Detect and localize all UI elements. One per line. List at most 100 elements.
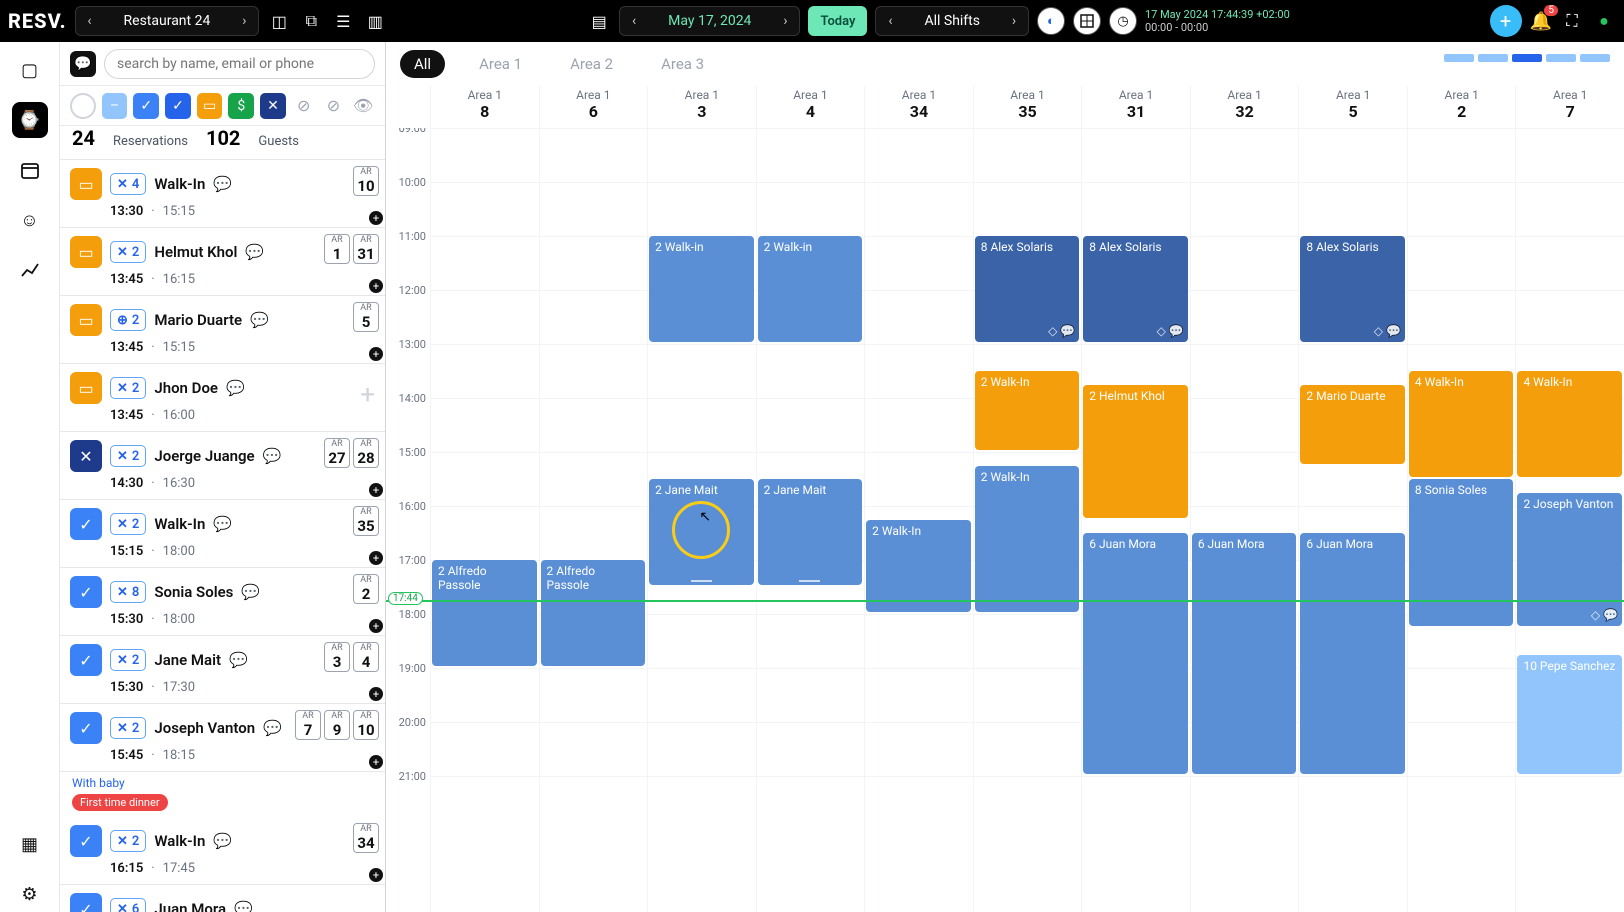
chat-icon[interactable]: 💬 [70,51,96,77]
date-picker[interactable]: ‹ May 17, 2024 › [619,6,800,36]
timeline-event[interactable]: 6 Juan Mora [1083,533,1188,774]
area-tab[interactable]: Area 2 [556,50,627,78]
reservation-item[interactable]: ▭✕4Walk-In💬13:30·15:15AR10+ [60,160,385,228]
reservation-item[interactable]: ✓✕8Sonia Soles💬15:30·18:00AR2+ [60,568,385,636]
filter-chip[interactable]: $ [228,93,254,119]
rail-doc-icon[interactable]: ▢ [12,52,48,88]
note-icon[interactable]: 💬 [263,447,282,465]
area-tab[interactable]: Area 3 [647,50,718,78]
reservation-item[interactable]: ▭✕2Jhon Doe💬13:45·16:00+ [60,364,385,432]
area-tab[interactable]: All [400,50,445,78]
add-table-icon[interactable]: + [360,380,375,410]
add-icon[interactable]: + [369,868,383,882]
note-icon[interactable]: 💬 [245,243,264,261]
hide-filter-icon[interactable]: 👁 [351,94,375,118]
add-icon[interactable]: + [369,347,383,361]
rail-settings-icon[interactable]: ⚙ [12,876,48,912]
add-icon[interactable]: + [369,483,383,497]
clock-filter-icon[interactable] [70,93,96,119]
filter-chip[interactable]: – [102,93,128,119]
timeline-event[interactable]: 2 Walk-In [975,371,1080,450]
timeline-event[interactable]: 8 Alex Solaris◇ 💬 [1300,236,1405,342]
note-icon[interactable]: 💬 [229,651,248,669]
rail-face-icon[interactable]: ☺ [12,202,48,238]
timeline-event[interactable]: 2 Alfredo Passole [432,560,537,666]
filter-chip[interactable]: ✕ [260,93,286,119]
reservation-item[interactable]: ✓✕2Walk-In💬16:15·17:45AR34+ [60,817,385,885]
add-icon[interactable]: + [369,551,383,565]
add-button[interactable]: + [1490,5,1522,37]
add-icon[interactable]: + [369,687,383,701]
timeline-event[interactable]: 6 Juan Mora [1300,533,1405,774]
note-icon[interactable]: 💬 [213,832,232,850]
note-icon[interactable]: 💬 [234,900,253,912]
add-icon[interactable]: + [369,619,383,633]
shift-picker[interactable]: ‹ All Shifts › [875,6,1029,36]
filter-chip[interactable]: ✓ [165,93,191,119]
expand-icon[interactable]: ⛶ [1560,9,1584,33]
timeline-event[interactable]: 4 Walk-In [1517,371,1622,477]
reservation-item[interactable]: ✕✕2Joerge Juange💬14:30·16:30AR27AR28+ [60,432,385,500]
layout-icon[interactable]: ◫ [267,9,291,33]
stats-icon[interactable]: ◐ [1037,7,1065,35]
timeline-event[interactable]: 2 Walk-in [649,236,754,342]
filter-chip[interactable]: ✓ [133,93,159,119]
timeline-event[interactable]: 2 Walk-In [866,520,971,613]
add-icon[interactable]: + [369,755,383,769]
timeline-event[interactable]: 2 Helmut Khol [1083,385,1188,518]
filter-chip[interactable]: ▭ [197,93,223,119]
rail-tables-icon[interactable]: ▦ [12,826,48,862]
timeline-event[interactable]: 10 Pepe Sanchez [1517,655,1622,775]
add-icon[interactable]: + [369,279,383,293]
grid-icon[interactable] [1073,7,1101,35]
reservation-item[interactable]: ✓✕2Walk-In💬15:15·18:00AR35+ [60,500,385,568]
timeline-event[interactable]: 8 Alex Solaris◇ 💬 [1083,236,1188,342]
cancel-filter-icon[interactable]: ⊘ [292,94,316,118]
chevron-left-icon[interactable]: ‹ [876,13,904,29]
note-icon[interactable]: 💬 [213,175,232,193]
note-icon[interactable]: 💬 [241,583,260,601]
timeline-event[interactable]: 2 Joseph Vanton◇ 💬 [1517,493,1622,626]
noshow-filter-icon[interactable]: ⊘ [322,94,346,118]
list-icon[interactable]: ☰ [331,9,355,33]
note-icon[interactable]: 💬 [226,379,245,397]
timeline-event[interactable]: 2 Jane Mait [649,479,754,585]
reservation-item[interactable]: ✓✕2Joseph Vanton💬15:45·18:15AR7AR9AR10+ [60,704,385,772]
chevron-right-icon[interactable]: › [771,13,799,29]
rail-calendar-icon[interactable] [12,152,48,188]
timeline-event[interactable]: 2 Walk-In [975,466,1080,613]
timeline-event[interactable]: 2 Alfredo Passole [541,560,646,666]
reservation-item[interactable]: ▭⊕2Mario Duarte💬13:45·15:15AR5+ [60,296,385,364]
clock-icon[interactable]: ◷ [1109,7,1137,35]
bars-icon[interactable]: ▥ [363,9,387,33]
chevron-left-icon[interactable]: ‹ [76,13,104,29]
chevron-left-icon[interactable]: ‹ [620,13,648,29]
timeline-event[interactable]: 2 Jane Mait [758,479,863,585]
today-button[interactable]: Today [808,6,867,36]
timeline-event[interactable]: 8 Alex Solaris◇ 💬 [975,236,1080,342]
timeline-event[interactable]: 4 Walk-In [1409,371,1514,477]
note-icon[interactable]: 💬 [250,311,269,329]
reservation-item[interactable]: ✓✕6Juan Mora💬· [60,885,385,912]
reservation-item[interactable]: ✓✕2Jane Mait💬15:30·17:30AR3AR4+ [60,636,385,704]
timeline-grid[interactable]: 09:0010:0011:0012:0013:0014:0015:0016:00… [386,128,1624,912]
rail-watch-icon[interactable]: ⌚ [12,102,48,138]
message-icon[interactable]: ▤ [587,9,611,33]
note-icon[interactable]: 💬 [263,719,282,737]
chevron-right-icon[interactable]: › [230,13,258,29]
split-icon[interactable]: ⧉ [299,9,323,33]
chevron-right-icon[interactable]: › [1000,13,1028,29]
rail-chart-icon[interactable] [12,252,48,288]
timeline-event[interactable]: 2 Walk-in [758,236,863,342]
bell-icon[interactable]: 🔔5 [1530,11,1552,32]
timeline-event[interactable]: 8 Sonia Soles [1409,479,1514,626]
reservation-item[interactable]: ▭✕2Helmut Khol💬13:45·16:15AR1AR31+ [60,228,385,296]
area-tab[interactable]: Area 1 [465,50,536,78]
search-input[interactable] [104,49,375,79]
reservation-list[interactable]: ▭✕4Walk-In💬13:30·15:15AR10+▭✕2Helmut Kho… [60,160,385,912]
add-icon[interactable]: + [369,211,383,225]
timeline-event[interactable]: 6 Juan Mora [1192,533,1297,774]
restaurant-picker[interactable]: ‹ Restaurant 24 › [75,6,260,36]
timeline-event[interactable]: 2 Mario Duarte [1300,385,1405,464]
note-icon[interactable]: 💬 [213,515,232,533]
